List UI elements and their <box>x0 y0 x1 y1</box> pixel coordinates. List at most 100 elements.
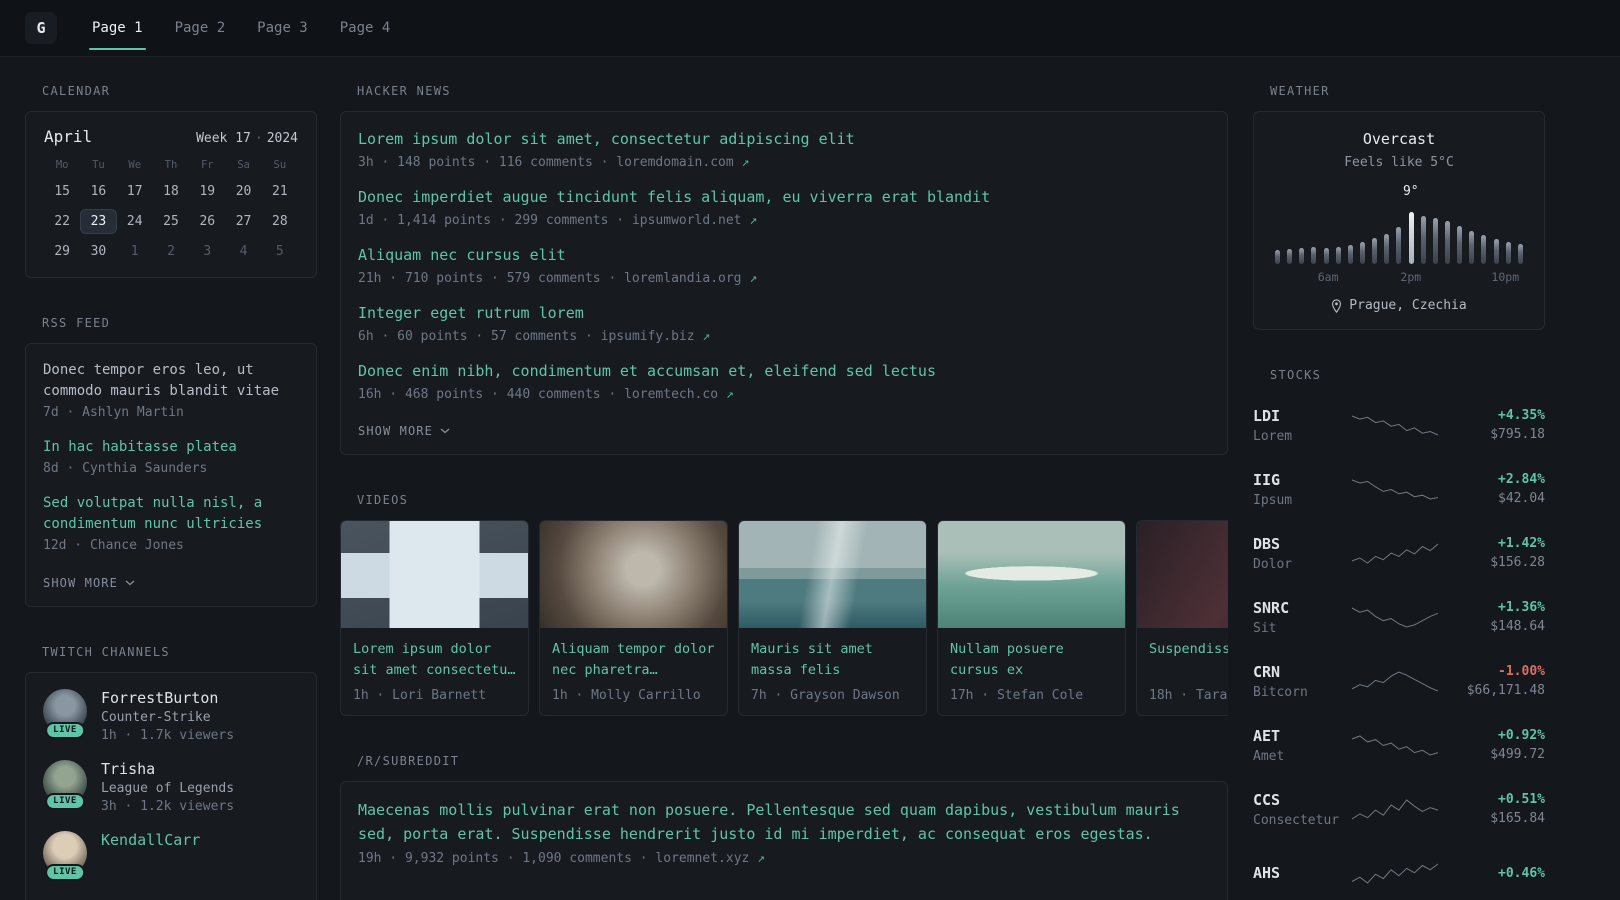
post-meta-text: 21h · 710 points · 579 comments · <box>358 271 625 286</box>
external-link-icon: ↗ <box>741 155 750 170</box>
channel-name-link[interactable]: ForrestBurton <box>101 689 234 707</box>
weather-bar <box>1420 216 1426 264</box>
sparkline-chart <box>1351 735 1439 756</box>
tab-page-3[interactable]: Page 3 <box>254 0 311 56</box>
tab-page-1[interactable]: Page 1 <box>89 0 146 56</box>
stock-price: $42.04 <box>1498 491 1545 506</box>
weather-bar <box>1275 250 1280 264</box>
stocks-widget: STOCKS LDI Lorem +4.35% $795.18 IIG Ipsum +2.8… <box>1253 368 1545 900</box>
video-title-link[interactable]: Aliquam tempor dolor nec pharetra… <box>552 639 715 681</box>
channel-info: ForrestBurton Counter-Strike 1h · 1.7k vie… <box>101 689 234 743</box>
post-title-link[interactable]: Donec imperdiet augue tincidunt felis al… <box>358 188 990 206</box>
app-logo[interactable]: G <box>25 12 57 44</box>
video-card[interactable]: Nullam posuere cursus ex 17h · Stefan Col… <box>937 520 1126 716</box>
rss-item-link[interactable]: Donec tempor eros leo, ut commodo mauris… <box>43 360 299 402</box>
post-domain-link[interactable]: loremlandia.org ↗ <box>624 271 757 286</box>
sparkline-chart <box>1351 799 1439 820</box>
top-bar: G Page 1 Page 2 Page 3 Page 4 <box>0 0 1620 57</box>
external-link-icon: ↗ <box>749 213 758 228</box>
video-meta: 18h · Tara <box>1149 688 1228 703</box>
stock-row[interactable]: AHS +0.46% <box>1253 841 1545 900</box>
channel-name-link[interactable]: KendallCarr <box>101 831 200 849</box>
calendar-day: 21 <box>272 184 288 199</box>
hackernews-list: Lorem ipsum dolor sit amet, consectetur … <box>358 128 1210 403</box>
stock-price: $795.18 <box>1490 427 1545 442</box>
post-title-link[interactable]: Integer eget rutrum lorem <box>358 304 584 322</box>
calendar-header: April Week 17 · 2024 <box>44 127 298 146</box>
stock-row[interactable]: CCS Consectetur +0.51% $165.84 <box>1253 777 1545 841</box>
video-meta: 1h · Molly Carrillo <box>552 688 701 703</box>
external-link-icon: ↗ <box>757 851 765 866</box>
weather-bar <box>1469 231 1475 264</box>
post-title-link[interactable]: Lorem ipsum dolor sit amet, consectetur … <box>358 130 855 148</box>
calendar-dow: Fr <box>200 159 214 171</box>
post-meta-text: 16h · 468 points · 440 comments · <box>358 387 625 402</box>
stock-row[interactable]: DBS Dolor +1.42% $156.28 <box>1253 521 1545 585</box>
post-domain-link[interactable]: loremdomain.com ↗ <box>616 155 749 170</box>
video-title-link[interactable]: Lorem ipsum dolor sit amet consectetu… <box>353 639 516 681</box>
tab-page-4[interactable]: Page 4 <box>337 0 394 56</box>
video-card[interactable]: Aliquam tempor dolor nec pharetra… 1h · M… <box>539 520 728 716</box>
stock-sparkline <box>1341 860 1449 886</box>
rss-item-link[interactable]: In hac habitasse platea <box>43 437 299 458</box>
post-domain-link[interactable]: loremtech.co ↗ <box>624 387 734 402</box>
twitch-channel[interactable]: LIVE KendallCarr <box>43 831 299 881</box>
stock-id: CCS Consectetur <box>1253 791 1341 828</box>
weather-bar <box>1457 226 1463 264</box>
stock-values: +1.36% $148.64 <box>1449 600 1545 634</box>
post-meta: 1d · 1,414 points · 299 comments · ipsum… <box>358 212 1210 229</box>
video-card[interactable]: Lorem ipsum dolor sit amet consectetu… 1h… <box>340 520 529 716</box>
stock-row[interactable]: LDI Lorem +4.35% $795.18 <box>1253 393 1545 457</box>
hackernews-show-more-button[interactable]: SHOW MORE <box>358 424 450 438</box>
rss-item-link[interactable]: Sed volutpat nulla nisl, a condimentum n… <box>43 493 299 535</box>
video-title-link[interactable]: Nullam posuere cursus ex <box>950 639 1113 681</box>
weather-bar <box>1432 218 1438 264</box>
weather-bar <box>1323 248 1329 264</box>
twitch-widget: TWITCH CHANNELS LIVE ForrestBurton Counter… <box>25 645 317 900</box>
tab-page-2[interactable]: Page 2 <box>172 0 229 56</box>
video-title-link[interactable]: Suspendisse diam <box>1149 639 1228 681</box>
weather-bar <box>1493 239 1499 264</box>
twitch-channel[interactable]: LIVE Trisha League of Legends 3h · 1.2k vie… <box>43 760 299 814</box>
stock-row[interactable]: AET Amet +0.92% $499.72 <box>1253 713 1545 777</box>
stock-name: Amet <box>1253 748 1285 764</box>
twitch-channel[interactable]: LIVE ForrestBurton Counter-Strike 1h · 1.7k… <box>43 689 299 743</box>
post-title-link[interactable]: Aliquam nec cursus elit <box>358 246 566 264</box>
stock-row[interactable]: CRN Bitcorn -1.00% $66,171.48 <box>1253 649 1545 713</box>
sparkline-chart <box>1351 479 1439 500</box>
video-thumbnail <box>938 521 1125 628</box>
stock-change: +2.84% <box>1498 472 1545 487</box>
rss-show-more-button[interactable]: SHOW MORE <box>43 576 135 590</box>
calendar-day: 15 <box>54 184 70 199</box>
post-domain-link[interactable]: ipsumworld.net ↗ <box>632 213 757 228</box>
left-column: CALENDAR April Week 17 · 2024 Mo Tu We Th Fr Sa… <box>25 84 317 900</box>
weather-bars <box>1275 210 1523 264</box>
feed-post: Lorem ipsum dolor sit amet, consectetur … <box>358 128 1210 171</box>
widget-title-videos: VIDEOS <box>357 493 409 507</box>
channel-game: Counter-Strike <box>101 710 211 725</box>
videos-carousel[interactable]: Lorem ipsum dolor sit amet consectetu… 1h… <box>340 520 1228 716</box>
stock-values: +2.84% $42.04 <box>1449 472 1545 506</box>
stock-row[interactable]: SNRC Sit +1.36% $148.64 <box>1253 585 1545 649</box>
video-meta: 7h · Grayson Dawson <box>751 688 900 703</box>
calendar-day: 27 <box>235 214 252 229</box>
stock-values: +1.42% $156.28 <box>1449 536 1545 570</box>
weather-bar <box>1396 227 1402 264</box>
stock-name: Bitcorn <box>1253 684 1308 700</box>
calendar-day: 29 <box>54 244 70 259</box>
channel-name-link[interactable]: Trisha <box>101 760 234 778</box>
weather-bar <box>1505 242 1511 264</box>
video-card[interactable]: Mauris sit amet massa felis 7h · Grayson … <box>738 520 927 716</box>
weather-card: Overcast Feels like 5°C 9° 6am 2pm 10pm Pr… <box>1253 111 1545 330</box>
video-card[interactable]: Suspendisse diam 18h · Tara <box>1136 520 1228 716</box>
post-domain-link[interactable]: ipsumify.biz ↗ <box>601 329 711 344</box>
post-meta: 3h · 148 points · 116 comments · loremdo… <box>358 154 1210 171</box>
video-title-link[interactable]: Mauris sit amet massa felis <box>751 639 914 681</box>
channel-game: League of Legends <box>101 781 235 796</box>
post-title-link[interactable]: Maecenas mollis pulvinar erat non posuer… <box>358 798 1210 846</box>
video-card-body: Mauris sit amet massa felis 7h · Grayson … <box>739 628 926 715</box>
stock-row[interactable]: IIG Ipsum +2.84% $42.04 <box>1253 457 1545 521</box>
post-domain-link[interactable]: loremnet.xyz ↗ <box>655 851 765 866</box>
widget-title-rss: RSS FEED <box>42 316 111 330</box>
post-title-link[interactable]: Donec enim nibh, condimentum et accumsan… <box>358 362 936 380</box>
